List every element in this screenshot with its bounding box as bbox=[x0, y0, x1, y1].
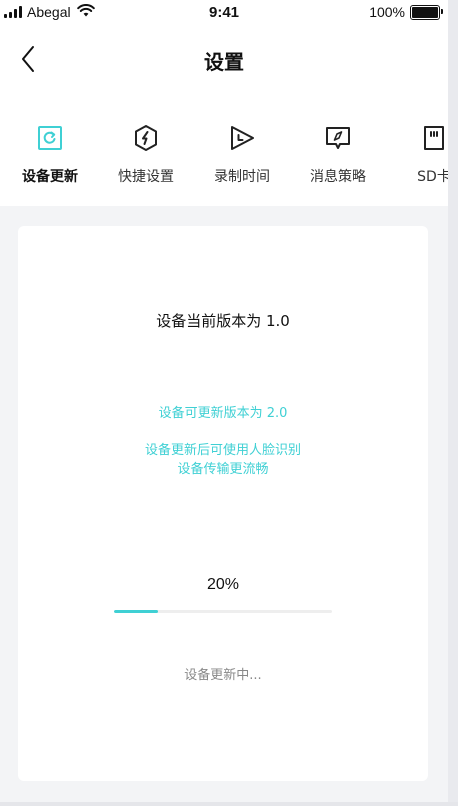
current-version-text: 设备当前版本为 1.0 bbox=[156, 312, 290, 330]
progress-bar bbox=[114, 610, 332, 613]
update-benefits: 设备更新后可使用人脸识别 设备传输更流畅 bbox=[18, 441, 428, 479]
tab-label: SD卡 bbox=[417, 169, 448, 185]
refresh-icon bbox=[10, 124, 90, 152]
battery-percent: 100% bbox=[369, 4, 405, 20]
tab-recording-time[interactable]: 录制时间 bbox=[202, 124, 282, 186]
settings-tabs: 设备更新 快捷设置 录制时间 消息策略 SD卡 bbox=[0, 96, 448, 206]
benefit-line: 设备更新后可使用人脸识别 bbox=[144, 443, 301, 458]
bottom-edge bbox=[0, 802, 458, 806]
play-clock-icon bbox=[202, 124, 282, 152]
status-bar: Abegal 9:41 100% bbox=[0, 0, 448, 26]
message-compass-icon bbox=[298, 124, 378, 152]
tab-sd-card[interactable]: SD卡 bbox=[394, 124, 448, 186]
tab-message-policy[interactable]: 消息策略 bbox=[298, 124, 378, 186]
tab-label: 消息策略 bbox=[310, 169, 366, 185]
scroll-edge bbox=[448, 0, 458, 806]
progress-fill bbox=[114, 610, 158, 613]
tab-device-update[interactable]: 设备更新 bbox=[10, 124, 90, 186]
available-version-text: 设备可更新版本为 2.0 bbox=[158, 406, 288, 421]
progress-percent: 20% bbox=[206, 576, 240, 593]
benefit-line: 设备传输更流畅 bbox=[177, 462, 269, 477]
tab-label: 设备更新 bbox=[22, 169, 78, 185]
battery-icon bbox=[410, 4, 443, 20]
status-right: 100% bbox=[369, 4, 443, 20]
update-card: 设备当前版本为 1.0 设备可更新版本为 2.0 设备更新后可使用人脸识别 设备… bbox=[18, 226, 428, 781]
tab-label: 录制时间 bbox=[214, 169, 270, 185]
tab-label: 快捷设置 bbox=[118, 169, 174, 185]
page-title: 设置 bbox=[204, 50, 244, 74]
update-status-text: 设备更新中... bbox=[184, 668, 262, 683]
lightning-icon bbox=[106, 124, 186, 152]
nav-bar: 设置 bbox=[0, 26, 448, 96]
tab-quick-settings[interactable]: 快捷设置 bbox=[106, 124, 186, 186]
sd-card-icon bbox=[394, 124, 448, 152]
